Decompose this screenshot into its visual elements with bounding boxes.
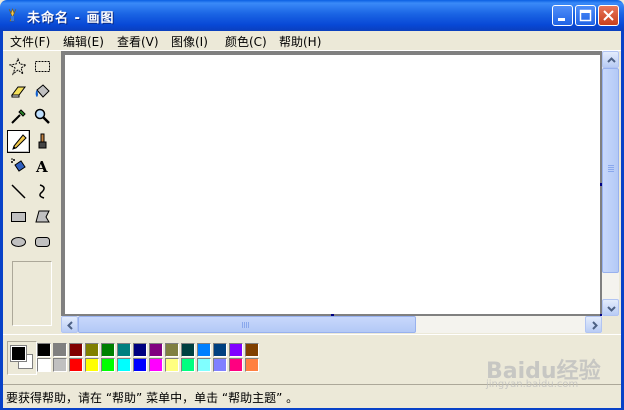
palette-color-swatch[interactable]: [165, 343, 179, 357]
baidu-jingyan-watermark: Baidu经验 jingyan.baidu.com: [486, 353, 616, 393]
curve-tool[interactable]: [31, 180, 54, 203]
scroll-right-button[interactable]: [585, 316, 602, 333]
status-text: 要获得帮助，请在 “帮助” 菜单中，单击 “帮助主题” 。: [6, 391, 299, 405]
scroll-down-button[interactable]: [602, 299, 619, 316]
rounded-rectangle-tool[interactable]: [31, 230, 54, 253]
rect-select-tool[interactable]: [31, 55, 54, 78]
free-form-select-icon: [9, 57, 28, 76]
menu-edit[interactable]: 编辑(E): [63, 33, 104, 50]
maximize-icon: [579, 9, 592, 22]
palette-color-swatch[interactable]: [69, 358, 83, 372]
palette-color-swatch[interactable]: [245, 358, 259, 372]
palette-color-swatch[interactable]: [181, 358, 195, 372]
line-tool[interactable]: [7, 180, 30, 203]
title-bar[interactable]: 未命名 - 画图: [0, 0, 624, 31]
drawing-canvas[interactable]: [65, 55, 600, 314]
palette-color-swatch[interactable]: [53, 358, 67, 372]
palette-color-swatch[interactable]: [85, 343, 99, 357]
eraser-tool[interactable]: [7, 80, 30, 103]
palette-color-swatch[interactable]: [37, 343, 51, 357]
pencil-icon: [12, 134, 27, 150]
menu-colors[interactable]: 颜色(C): [225, 33, 267, 50]
palette-color-swatch[interactable]: [213, 358, 227, 372]
chevron-up-icon: [607, 57, 616, 63]
vertical-scrollbar[interactable]: [602, 51, 619, 316]
pick-color-icon: [11, 109, 26, 124]
rectangle-tool[interactable]: [7, 205, 30, 228]
canvas-area: [61, 51, 603, 317]
pick-color-tool[interactable]: [7, 105, 30, 128]
chevron-left-icon: [67, 321, 73, 330]
menu-view[interactable]: 查看(V): [117, 33, 159, 50]
pencil-tool[interactable]: [7, 130, 30, 153]
rectangle-icon: [11, 212, 26, 222]
magnifier-icon: [34, 108, 50, 124]
scrollbar-corner: [602, 316, 619, 333]
current-colors-indicator: [7, 341, 37, 375]
paint-app-icon: [6, 7, 22, 23]
palette-color-swatch[interactable]: [213, 343, 227, 357]
text-tool[interactable]: A: [31, 155, 54, 178]
brush-icon: [38, 133, 47, 149]
palette-color-swatch[interactable]: [229, 358, 243, 372]
horizontal-scrollbar[interactable]: [61, 316, 602, 333]
eraser-icon: [11, 86, 26, 98]
magnifier-tool[interactable]: [31, 105, 54, 128]
menu-file[interactable]: 文件(F): [10, 33, 50, 50]
palette-color-swatch[interactable]: [165, 358, 179, 372]
palette-color-swatch[interactable]: [197, 358, 211, 372]
maximize-button[interactable]: [575, 5, 596, 26]
palette-color-swatch[interactable]: [101, 343, 115, 357]
palette-color-swatch[interactable]: [37, 358, 51, 372]
foreground-color-swatch: [10, 345, 27, 362]
ellipse-icon: [11, 237, 26, 247]
horizontal-scroll-thumb[interactable]: [78, 316, 416, 333]
palette-color-swatch[interactable]: [53, 343, 67, 357]
close-icon: [603, 10, 614, 21]
rounded-rectangle-icon: [35, 237, 50, 247]
palette-color-swatch[interactable]: [133, 343, 147, 357]
ellipse-tool[interactable]: [7, 230, 30, 253]
palette-color-swatch[interactable]: [197, 343, 211, 357]
chevron-right-icon: [592, 321, 598, 330]
palette-color-swatch[interactable]: [149, 358, 163, 372]
scroll-left-button[interactable]: [61, 316, 78, 333]
vertical-scroll-thumb[interactable]: [602, 68, 619, 273]
tool-options-panel[interactable]: [12, 261, 52, 326]
minimize-button[interactable]: [552, 5, 573, 26]
watermark-subtext: jingyan.baidu.com: [486, 379, 579, 390]
fill-tool[interactable]: [31, 80, 54, 103]
free-form-select-tool[interactable]: [7, 55, 30, 78]
scroll-up-button[interactable]: [602, 51, 619, 68]
fill-icon: [35, 84, 50, 98]
palette-color-swatch[interactable]: [245, 343, 259, 357]
brush-tool[interactable]: [31, 130, 54, 153]
palette-color-swatch[interactable]: [117, 358, 131, 372]
palette-color-swatch[interactable]: [133, 358, 147, 372]
minimize-icon: [558, 18, 565, 21]
rect-select-icon: [35, 61, 50, 72]
chevron-down-icon: [607, 306, 616, 312]
curve-icon: [39, 184, 45, 199]
palette-color-swatch[interactable]: [117, 343, 131, 357]
window-title: 未命名 - 画图: [27, 11, 115, 26]
svg-text:A: A: [35, 158, 48, 176]
polygon-tool[interactable]: [31, 205, 54, 228]
menu-image[interactable]: 图像(I): [171, 33, 208, 50]
palette-color-swatch[interactable]: [181, 343, 195, 357]
palette-color-swatch[interactable]: [229, 343, 243, 357]
palette-color-swatch[interactable]: [69, 343, 83, 357]
palette-color-swatch[interactable]: [101, 358, 115, 372]
line-icon: [11, 184, 26, 199]
menu-help[interactable]: 帮助(H): [279, 33, 321, 50]
palette-color-swatch[interactable]: [85, 358, 99, 372]
airbrush-tool[interactable]: [7, 155, 30, 178]
text-icon: A: [35, 158, 48, 176]
tool-box: A: [3, 51, 61, 332]
airbrush-icon: [11, 158, 26, 172]
close-button[interactable]: [598, 5, 619, 26]
palette-color-swatch[interactable]: [149, 343, 163, 357]
menu-bar: 文件(F) 编辑(E) 查看(V) 图像(I) 颜色(C) 帮助(H): [3, 31, 621, 51]
polygon-icon: [35, 210, 50, 223]
